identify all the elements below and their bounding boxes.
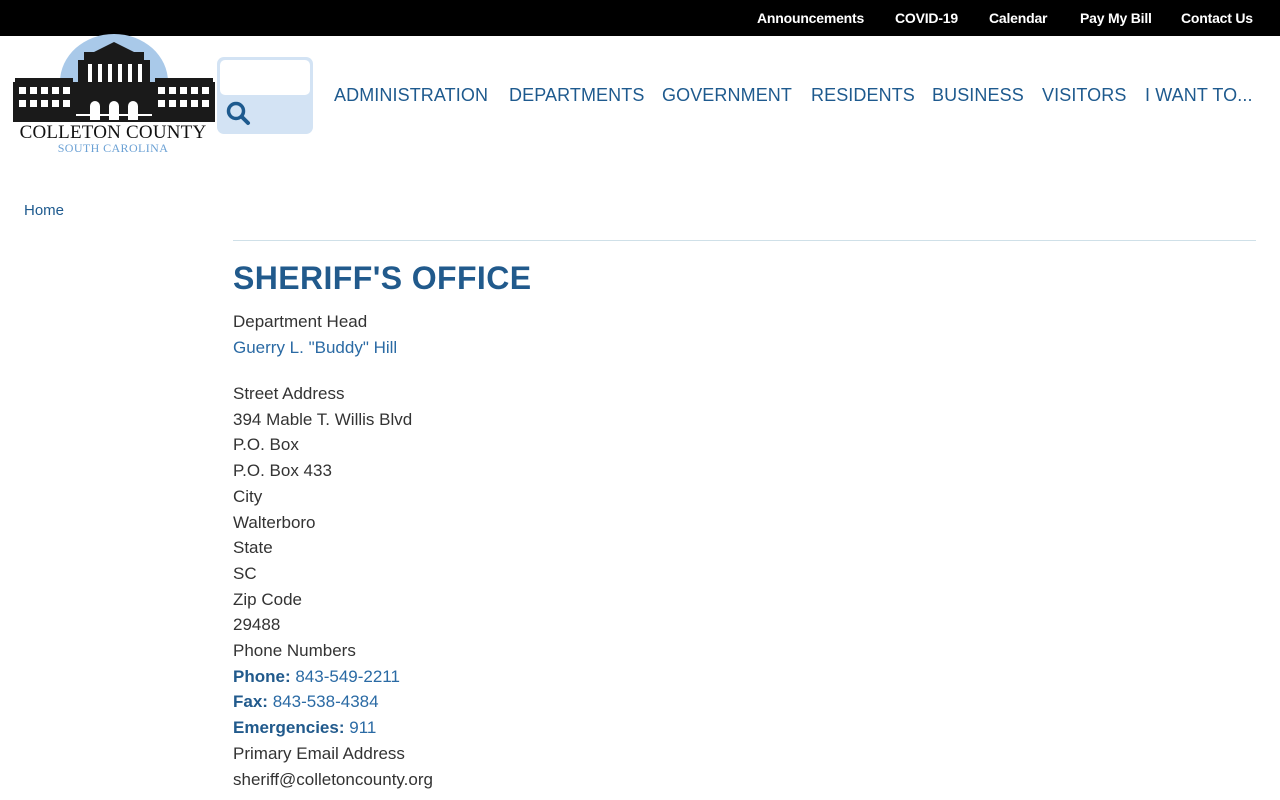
city-value: Walterboro <box>233 513 316 532</box>
phone-numbers-label: Phone Numbers <box>233 641 356 660</box>
po-box-value: P.O. Box 433 <box>233 461 332 480</box>
street-address-value: 394 Mable T. Willis Blvd <box>233 410 413 429</box>
nav-government[interactable]: GOVERNMENT <box>662 83 792 107</box>
emergencies-label: Emergencies: <box>233 718 345 737</box>
nav-administration[interactable]: ADMINISTRATION <box>334 83 488 107</box>
po-box-label: P.O. Box <box>233 435 299 454</box>
emergencies-row: Emergencies: 911 <box>233 717 376 739</box>
courthouse-icon <box>13 34 215 122</box>
city-label: City <box>233 487 263 506</box>
topnav-pay-my-bill[interactable]: Pay My Bill <box>1080 0 1152 36</box>
search-icon <box>226 101 250 125</box>
street-address-label: Street Address <box>233 384 345 403</box>
content-divider <box>233 240 1256 241</box>
search-button[interactable] <box>225 100 255 128</box>
department-head-label: Department Head <box>233 312 368 331</box>
topnav-covid[interactable]: COVID-19 <box>895 0 958 36</box>
breadcrumb-home[interactable]: Home <box>24 202 64 219</box>
phone-label: Phone: <box>233 667 291 686</box>
nav-i-want-to[interactable]: I WANT TO... <box>1145 83 1253 107</box>
utility-bar: Announcements COVID-19 Calendar Pay My B… <box>0 0 1280 36</box>
nav-departments[interactable]: DEPARTMENTS <box>509 83 644 107</box>
nav-residents[interactable]: RESIDENTS <box>811 83 915 107</box>
topnav-announcements[interactable]: Announcements <box>757 0 864 36</box>
page-title: SHERIFF'S OFFICE <box>233 260 532 296</box>
topnav-calendar[interactable]: Calendar <box>989 0 1048 36</box>
search-input[interactable] <box>220 60 310 95</box>
fax-row: Fax: 843-538-4384 <box>233 691 379 713</box>
zip-code-value: 29488 <box>233 615 281 634</box>
search-widget <box>217 57 313 134</box>
fax-label: Fax: <box>233 692 268 711</box>
logo-state-name: SOUTH CAROLINA <box>57 141 169 155</box>
county-logo[interactable]: COLLETON COUNTY SOUTH CAROLINA <box>10 34 218 158</box>
email-label: Primary Email Address <box>233 744 405 763</box>
topnav-contact-us[interactable]: Contact Us <box>1181 0 1253 36</box>
state-label: State <box>233 538 273 557</box>
emergencies-link[interactable]: 911 <box>349 718 376 737</box>
nav-business[interactable]: BUSINESS <box>932 83 1024 107</box>
fax-link[interactable]: 843-538-4384 <box>273 692 379 711</box>
phone-row: Phone: 843-549-2211 <box>233 666 400 688</box>
nav-visitors[interactable]: VISITORS <box>1042 83 1127 107</box>
email-link[interactable]: sheriff@colletoncounty.org <box>233 769 433 791</box>
department-head-link[interactable]: Guerry L. "Buddy" Hill <box>233 337 397 359</box>
phone-link[interactable]: 843-549-2211 <box>295 667 400 686</box>
state-value: SC <box>233 564 257 583</box>
zip-code-label: Zip Code <box>233 590 302 609</box>
